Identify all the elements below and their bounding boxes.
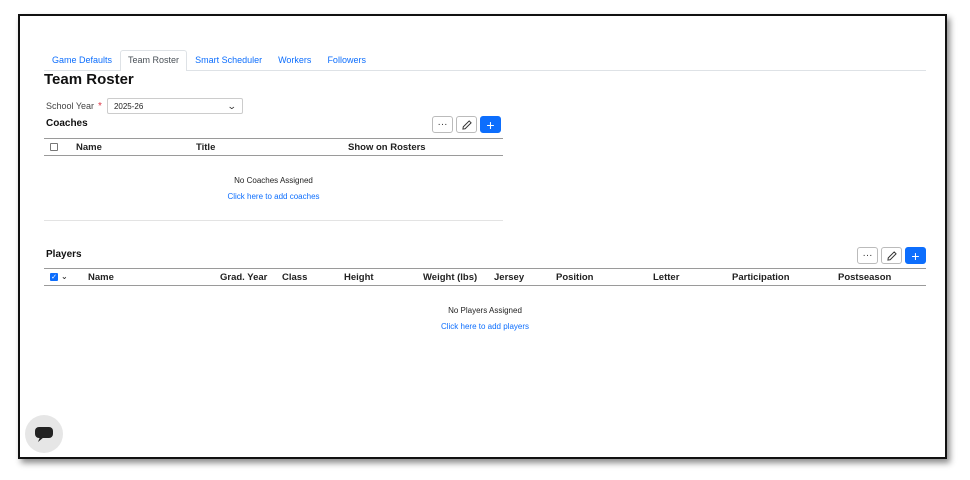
players-col-grad-year[interactable]: Grad. Year [220,272,267,283]
plus-icon: + [486,116,495,133]
tab-followers[interactable]: Followers [319,50,374,70]
chevron-down-icon: ⌄ [227,100,238,111]
coaches-select-all-checkbox[interactable] [50,143,58,151]
players-more-button[interactable]: ··· [857,247,878,264]
players-col-height[interactable]: Height [344,272,374,283]
pencil-icon [461,119,472,130]
chat-button[interactable] [25,415,63,453]
add-coaches-link[interactable]: Click here to add coaches [44,192,503,201]
coaches-divider [44,220,503,221]
players-col-participation[interactable]: Participation [732,272,790,283]
chevron-down-icon[interactable]: ⌄ [61,272,68,281]
coaches-empty-message: No Coaches Assigned [234,176,313,185]
players-select-all-checkbox[interactable]: ✓ [50,273,58,281]
coaches-col-show-on-rosters[interactable]: Show on Rosters [348,142,426,153]
ellipsis-icon: ··· [862,250,873,261]
add-players-link[interactable]: Click here to add players [44,322,926,331]
players-col-position[interactable]: Position [556,272,593,283]
tab-game-defaults[interactable]: Game Defaults [44,50,120,70]
players-col-weight[interactable]: Weight (lbs) [423,272,477,283]
pencil-icon [886,250,897,261]
players-col-name[interactable]: Name [88,272,114,283]
coaches-table-header: Name Title Show on Rosters [44,138,503,156]
players-col-postseason[interactable]: Postseason [838,272,891,283]
school-year-row: School Year * 2025-26 ⌄ [46,98,243,114]
players-add-button[interactable]: + [905,247,926,264]
page-title: Team Roster [44,71,134,88]
coaches-col-name[interactable]: Name [76,142,102,153]
coaches-title: Coaches [46,118,88,129]
players-col-letter[interactable]: Letter [653,272,679,283]
chat-icon [35,427,53,442]
players-table-header: ✓ ⌄ Name Grad. Year Class Height Weight … [44,268,926,286]
school-year-value: 2025-26 [113,101,144,111]
players-col-jersey[interactable]: Jersey [494,272,524,283]
tab-bar: Game Defaults Team Roster Smart Schedule… [44,49,926,71]
coaches-more-button[interactable]: ··· [432,116,453,133]
tab-team-roster[interactable]: Team Roster [120,50,188,71]
required-indicator: * [98,100,102,112]
school-year-label: School Year [46,101,95,111]
school-year-select[interactable]: 2025-26 ⌄ [106,98,243,114]
plus-icon: + [911,247,920,264]
ellipsis-icon: ··· [437,119,448,130]
tab-smart-scheduler[interactable]: Smart Scheduler [187,50,270,70]
app-window: Game Defaults Team Roster Smart Schedule… [18,14,947,459]
coaches-add-button[interactable]: + [480,116,501,133]
players-empty-message: No Players Assigned [448,306,522,315]
players-edit-button[interactable] [881,247,902,264]
coaches-edit-button[interactable] [456,116,477,133]
players-title: Players [46,249,82,260]
coaches-toolbar: ··· + [432,116,501,133]
players-toolbar: ··· + [857,247,926,264]
coaches-col-title[interactable]: Title [196,142,215,153]
players-col-class[interactable]: Class [282,272,307,283]
tab-workers[interactable]: Workers [270,50,319,70]
